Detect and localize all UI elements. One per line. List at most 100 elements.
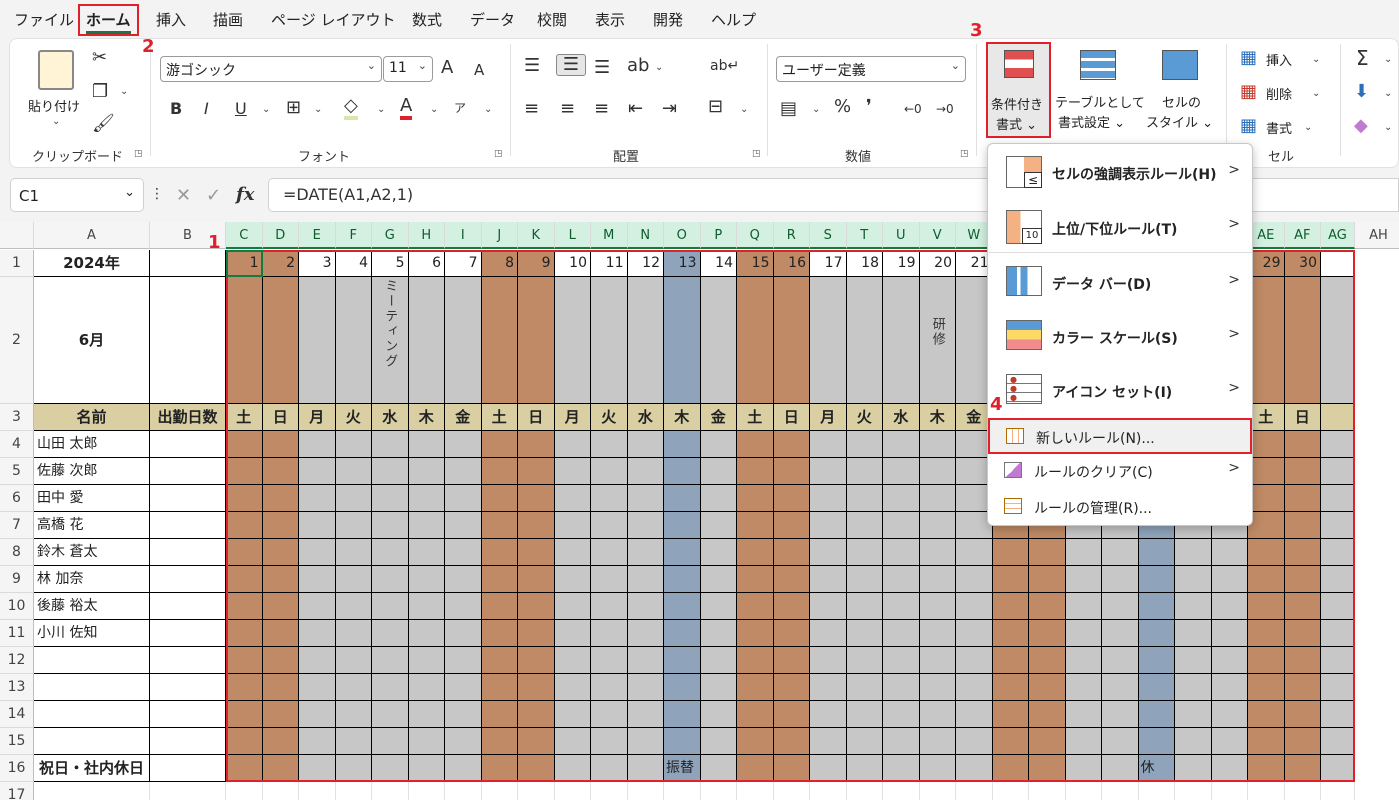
cell[interactable]	[34, 782, 150, 800]
employee-name[interactable]: 林 加奈	[34, 566, 150, 593]
cell[interactable]	[518, 782, 555, 800]
insert-dropdown-icon[interactable]: ⌄	[1312, 54, 1320, 65]
cell[interactable]	[1102, 782, 1139, 800]
row-header[interactable]: 12	[0, 647, 34, 674]
format-cells-icon[interactable]: ▦	[1240, 116, 1257, 136]
decrease-indent-icon[interactable]: ⇤	[628, 99, 643, 119]
column-header[interactable]: S	[810, 222, 847, 249]
cut-icon[interactable]: ✂	[92, 48, 107, 68]
font-color-button[interactable]: A	[400, 96, 413, 120]
holiday-label[interactable]: 祝日・社内休日	[34, 755, 150, 782]
cell-style-label-1[interactable]: セルの	[1162, 92, 1201, 111]
cell[interactable]	[482, 782, 518, 800]
cell[interactable]	[737, 782, 774, 800]
font-color-dropdown-icon[interactable]: ⌄	[430, 104, 438, 115]
insert-cells-button[interactable]: 挿入	[1266, 50, 1292, 69]
fill-dropdown-icon[interactable]: ⌄	[1384, 88, 1392, 99]
column-header[interactable]: J	[481, 222, 518, 249]
row-header[interactable]: 5	[0, 458, 34, 485]
increase-decimal-icon[interactable]: ←0	[904, 99, 922, 119]
menu-item-data-bars[interactable]: データ バー(D) >	[988, 254, 1252, 308]
border-dropdown-icon[interactable]: ⌄	[314, 104, 322, 115]
cell[interactable]	[150, 485, 226, 512]
copy-icon[interactable]: ❐	[92, 82, 108, 102]
fill-color-icon[interactable]: ◇	[344, 96, 358, 120]
cell[interactable]	[34, 728, 150, 755]
column-header[interactable]: E	[299, 222, 336, 249]
row-header[interactable]: 2	[0, 277, 34, 404]
font-launcher-icon[interactable]: ◳	[494, 149, 503, 159]
menu-item-top-bottom-rules[interactable]: 10 上位/下位ルール(T) >	[988, 200, 1252, 253]
column-header[interactable]: AF	[1284, 222, 1321, 249]
alignment-launcher-icon[interactable]: ◳	[752, 149, 761, 159]
orientation-icon[interactable]: ab	[627, 56, 649, 76]
clear-dropdown-icon[interactable]: ⌄	[1384, 122, 1392, 133]
cell[interactable]	[150, 728, 226, 755]
menu-view[interactable]: 表示	[595, 9, 625, 30]
cell[interactable]	[150, 674, 226, 701]
menu-help[interactable]: ヘルプ	[711, 9, 756, 30]
align-bottom-icon[interactable]: ☰	[594, 58, 610, 78]
autosum-icon[interactable]: Σ	[1356, 48, 1369, 68]
row-header[interactable]: 4	[0, 431, 34, 458]
decrease-decimal-icon[interactable]: →0	[936, 99, 954, 119]
insert-cells-icon[interactable]: ▦	[1240, 48, 1257, 68]
cell[interactable]	[1175, 782, 1212, 800]
delete-cells-button[interactable]: 削除	[1266, 84, 1292, 103]
cell[interactable]	[774, 782, 810, 800]
column-header[interactable]: M	[591, 222, 628, 249]
phonetic-dropdown-icon[interactable]: ⌄	[484, 104, 492, 115]
column-header[interactable]: K	[518, 222, 555, 249]
autosum-dropdown-icon[interactable]: ⌄	[1384, 54, 1392, 65]
align-top-icon[interactable]: ☰	[524, 56, 540, 76]
menu-draw[interactable]: 描画	[213, 9, 243, 30]
cell[interactable]	[150, 620, 226, 647]
column-header[interactable]: AG	[1321, 222, 1355, 249]
column-header[interactable]: C	[226, 222, 263, 249]
cell[interactable]	[263, 782, 299, 800]
format-table-label-1[interactable]: テーブルとして	[1055, 92, 1145, 111]
cell[interactable]	[555, 782, 591, 800]
align-middle-icon[interactable]: ☰	[556, 54, 586, 76]
menu-data[interactable]: データ	[470, 9, 515, 30]
cell[interactable]	[150, 512, 226, 539]
days-header[interactable]: 出勤日数	[150, 404, 226, 431]
menu-page-layout[interactable]: ページ レイアウト	[271, 9, 395, 30]
column-header[interactable]: H	[408, 222, 445, 249]
format-table-label-2[interactable]: 書式設定 ⌄	[1058, 112, 1125, 131]
cell[interactable]	[150, 701, 226, 728]
column-header[interactable]: AE	[1248, 222, 1285, 249]
format-dropdown-icon[interactable]: ⌄	[1304, 122, 1312, 133]
row-header[interactable]: 9	[0, 566, 34, 593]
phonetic-icon[interactable]: ア	[454, 98, 466, 118]
row-header[interactable]: 1	[0, 250, 34, 277]
menu-item-icon-sets[interactable]: ● ● ● アイコン セット(I) >	[988, 362, 1252, 416]
increase-indent-icon[interactable]: ⇥	[662, 99, 677, 119]
cell[interactable]	[628, 782, 664, 800]
cell[interactable]	[34, 674, 150, 701]
align-right-icon[interactable]: ≡	[594, 99, 609, 119]
row-header[interactable]: 3	[0, 404, 34, 431]
cell[interactable]	[1029, 782, 1066, 800]
number-format-dropdown[interactable]: ユーザー定義 ⌄	[776, 56, 966, 82]
select-all-corner[interactable]	[0, 222, 34, 249]
cell[interactable]	[1321, 782, 1355, 800]
cell[interactable]	[883, 782, 920, 800]
employee-name[interactable]: 佐藤 次郎	[34, 458, 150, 485]
cell[interactable]	[150, 250, 226, 277]
conditional-format-button[interactable]: 条件付き 書式 ⌄	[986, 42, 1051, 138]
menu-item-clear-rules[interactable]: ルールのクリア(C) >	[988, 454, 1252, 490]
year-cell[interactable]: 2024年	[34, 250, 150, 277]
menu-insert[interactable]: 挿入	[156, 9, 186, 30]
cell[interactable]	[150, 539, 226, 566]
row-header[interactable]: 7	[0, 512, 34, 539]
font-size-dropdown[interactable]: 11 ⌄	[383, 56, 433, 82]
cell[interactable]	[445, 782, 482, 800]
grow-font-icon[interactable]: A	[441, 58, 453, 78]
column-header[interactable]: A	[34, 222, 150, 249]
paste-button[interactable]: 貼り付け	[28, 96, 80, 115]
employee-name[interactable]: 鈴木 蒼太	[34, 539, 150, 566]
cell[interactable]	[150, 566, 226, 593]
currency-dropdown-icon[interactable]: ⌄	[812, 104, 820, 115]
column-header[interactable]: V	[919, 222, 956, 249]
